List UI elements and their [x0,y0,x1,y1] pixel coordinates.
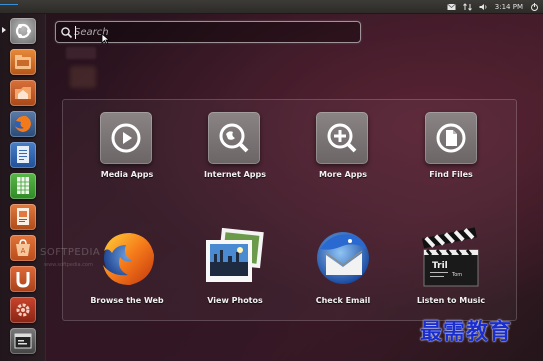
blurred-background-item [70,66,96,88]
file-search-icon [436,123,466,153]
mail-icon[interactable] [447,3,456,11]
globe-icon [219,123,249,153]
ubuntu-one-icon [16,272,30,288]
launcher: A [0,14,46,361]
top-panel: 3:14 PM [0,0,543,14]
svg-text:A: A [21,247,26,255]
media-apps-button[interactable] [100,112,152,164]
launcher-item-dash[interactable] [10,18,36,44]
document-icon [17,146,29,163]
play-icon [111,123,141,153]
mouse-cursor-icon [101,33,110,45]
power-icon[interactable] [530,3,539,11]
launcher-item-calc[interactable] [10,173,36,199]
find-files-button[interactable] [425,112,477,164]
workspace-switcher-icon [14,333,32,349]
orange-folder-icon [15,87,31,99]
firefox-icon[interactable] [94,225,160,291]
softpedia-url-watermark: www.softpedia.com [44,262,93,268]
launcher-item-impress[interactable] [10,204,36,230]
launcher-item-firefox[interactable] [10,111,36,137]
volume-icon[interactable] [479,3,488,11]
softpedia-watermark: SOFTPEDIA [40,247,101,258]
clock[interactable]: 3:14 PM [495,3,523,11]
panel-accent-line [0,0,18,5]
launcher-item-settings[interactable] [10,297,36,323]
launcher-item-home-folder[interactable] [10,49,36,75]
software-center-icon: A [16,239,30,256]
indicator-area: 3:14 PM [447,1,539,13]
text-caret [75,26,76,39]
search-input[interactable] [74,25,354,40]
clapperboard-music-icon[interactable]: Tril Tom [418,226,484,292]
svg-text:Tom: Tom [451,272,462,278]
gear-icon [16,303,30,317]
launcher-item-files[interactable] [10,80,36,106]
photos-icon[interactable] [202,226,268,292]
find-files-label: Find Files [429,170,473,179]
more-apps-button[interactable] [316,112,368,164]
folder-icon [15,55,31,69]
running-indicator [2,27,6,33]
firefox-icon [15,115,31,132]
launcher-item-ubuntu-one[interactable] [10,266,36,292]
site-watermark: 最需教育 [420,319,513,345]
presentation-icon [17,208,29,225]
internet-apps-button[interactable] [208,112,260,164]
spreadsheet-icon [17,177,29,194]
plus-icon [327,123,357,153]
launcher-item-writer[interactable] [10,142,36,168]
svg-text:Tril: Tril [432,261,448,271]
listen-to-music-label: Listen to Music [416,296,486,305]
network-icon[interactable] [462,3,472,11]
search-icon [61,27,73,39]
launcher-item-software-center[interactable]: A [10,235,36,261]
launcher-item-workspaces[interactable] [10,328,36,354]
blurred-background-item [66,47,96,59]
ubuntu-logo-icon [15,23,31,39]
thunderbird-icon[interactable] [310,225,376,291]
